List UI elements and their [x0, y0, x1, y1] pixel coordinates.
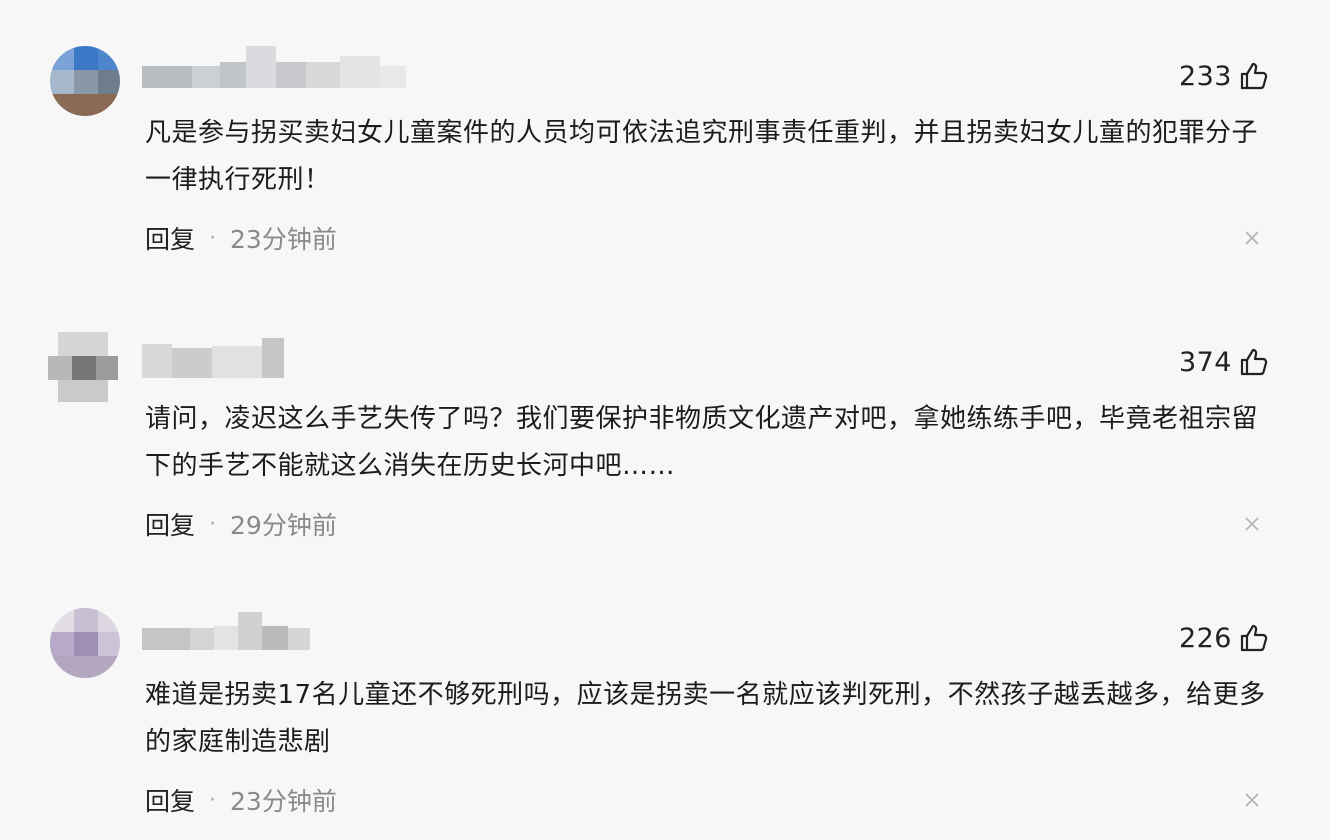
thumbs-up-icon[interactable] [1238, 60, 1270, 92]
timestamp: 29分钟前 [230, 511, 337, 540]
username-blurred[interactable] [142, 42, 412, 92]
comment-item: 226 难道是拐卖17名儿童还不够死刑吗，应该是拐卖一名就应该判死刑，不然孩子越… [0, 562, 1330, 838]
username-blurred[interactable] [142, 604, 412, 654]
like-button[interactable]: 374 [1179, 342, 1270, 382]
comment-meta: 回复 · 23分钟前 [145, 218, 337, 258]
timestamp: 23分钟前 [230, 225, 337, 254]
close-icon [1245, 793, 1259, 807]
like-count: 233 [1178, 60, 1232, 92]
dismiss-button[interactable] [1238, 224, 1266, 252]
thumbs-up-icon[interactable] [1238, 346, 1270, 378]
comment-text: 凡是参与拐买卖妇女儿童案件的人员均可依法追究刑事责任重判，并且拐卖妇女儿童的犯罪… [145, 118, 1259, 195]
reply-button[interactable]: 回复 [145, 506, 195, 542]
reply-button[interactable]: 回复 [145, 220, 195, 256]
dismiss-button[interactable] [1238, 510, 1266, 538]
comment-item: 233 凡是参与拐买卖妇女儿童案件的人员均可依法追究刑事责任重判，并且拐卖妇女儿… [0, 0, 1330, 276]
comment-text: 请问，凌迟这么手艺失传了吗？我们要保护非物质文化遗产对吧，拿她练练手吧，毕竟老祖… [145, 404, 1259, 481]
reply-button[interactable]: 回复 [145, 782, 195, 818]
comment-meta: 回复 · 29分钟前 [145, 504, 337, 544]
dismiss-button[interactable] [1238, 786, 1266, 814]
avatar[interactable] [50, 608, 120, 678]
like-count: 226 [1178, 622, 1232, 654]
like-count: 374 [1178, 346, 1232, 378]
thumbs-up-icon[interactable] [1238, 622, 1270, 654]
comment-meta: 回复 · 23分钟前 [145, 780, 337, 820]
comment-item: 374 请问，凌迟这么手艺失传了吗？我们要保护非物质文化遗产对吧，拿她练练手吧，… [0, 286, 1330, 562]
username-blurred[interactable] [142, 328, 412, 378]
comment-text: 难道是拐卖17名儿童还不够死刑吗，应该是拐卖一名就应该判死刑，不然孩子越丢越多，… [145, 680, 1266, 757]
close-icon [1245, 517, 1259, 531]
comment-list: 233 凡是参与拐买卖妇女儿童案件的人员均可依法追究刑事责任重判，并且拐卖妇女儿… [0, 0, 1330, 840]
separator-dot: · [209, 511, 217, 537]
avatar[interactable] [50, 46, 120, 116]
avatar[interactable] [48, 332, 118, 402]
separator-dot: · [209, 787, 217, 813]
separator-dot: · [209, 225, 217, 251]
timestamp: 23分钟前 [230, 787, 337, 816]
like-button[interactable]: 226 [1179, 618, 1270, 658]
like-button[interactable]: 233 [1179, 56, 1270, 96]
close-icon [1245, 231, 1259, 245]
